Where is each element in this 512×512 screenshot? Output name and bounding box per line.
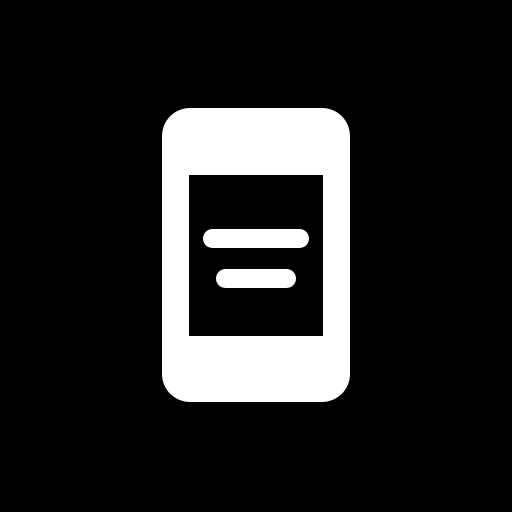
- phone-screen: [189, 175, 323, 336]
- text-line-icon: [216, 269, 296, 288]
- phone-notes-icon: [0, 0, 512, 512]
- icon-canvas: [0, 0, 512, 512]
- text-line-icon: [203, 229, 309, 248]
- phone-notes-svg: [0, 0, 512, 512]
